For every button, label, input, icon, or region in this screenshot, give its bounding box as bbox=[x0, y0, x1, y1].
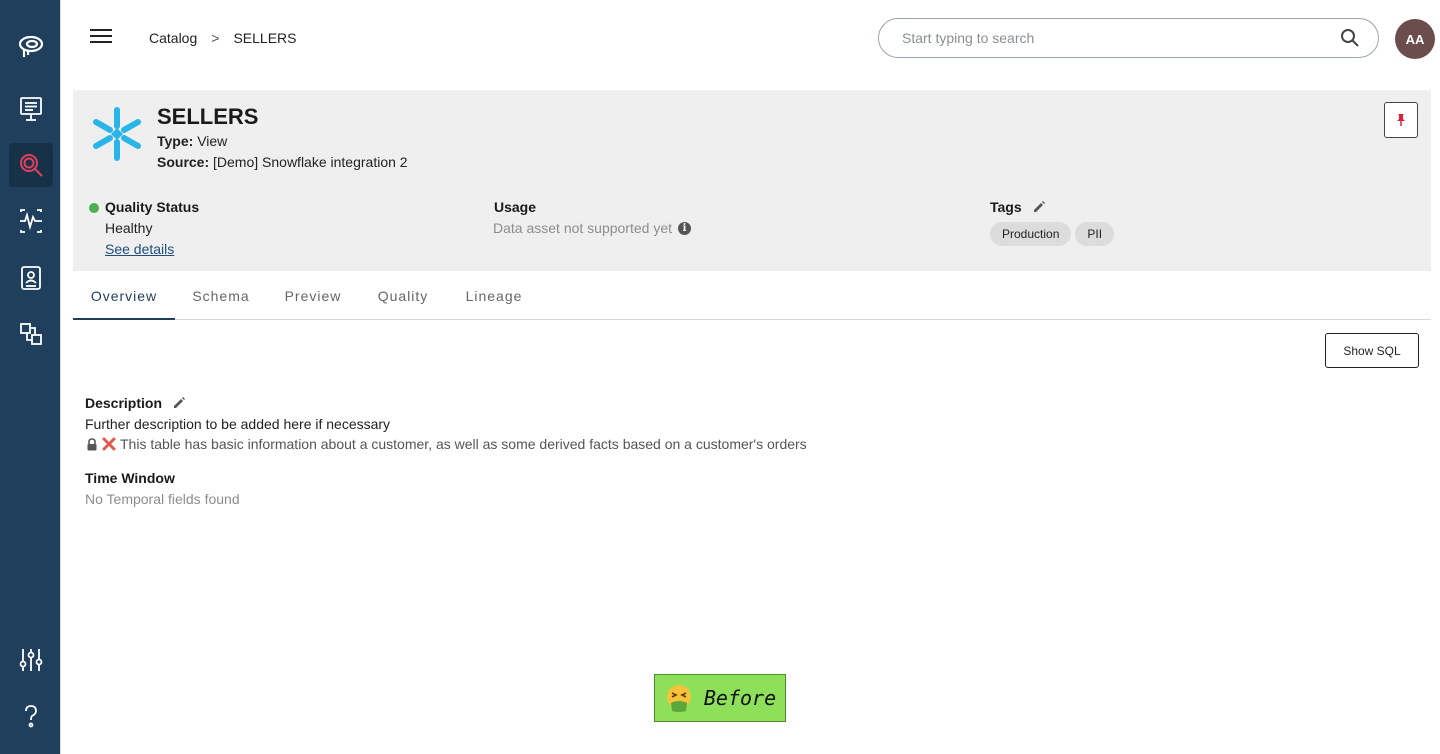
breadcrumb-current: SELLERS bbox=[233, 30, 297, 46]
source-description-row: This table has basic information about a… bbox=[86, 436, 807, 452]
tab-overview[interactable]: Overview bbox=[73, 280, 175, 320]
help-icon[interactable] bbox=[9, 694, 53, 738]
asset-type-value: View bbox=[197, 133, 228, 149]
breadcrumb-catalog[interactable]: Catalog bbox=[149, 30, 197, 46]
nauseated-face-icon bbox=[666, 685, 691, 712]
rail-divider bbox=[60, 0, 61, 754]
search-icon[interactable] bbox=[1340, 28, 1360, 48]
pin-icon bbox=[1397, 114, 1405, 126]
edit-description-pencil-icon[interactable] bbox=[172, 396, 186, 410]
quality-status-value: Healthy bbox=[105, 220, 153, 236]
catalog-search-icon[interactable] bbox=[9, 143, 53, 187]
before-badge: Before bbox=[654, 674, 786, 722]
asset-source-label: Source: bbox=[157, 154, 210, 170]
usage-label: Usage bbox=[494, 199, 537, 215]
breadcrumb-separator: > bbox=[211, 30, 220, 46]
asset-header-card: SELLERS Type: View Source: [Demo] Snowfl… bbox=[73, 90, 1431, 271]
user-avatar[interactable]: AA bbox=[1395, 19, 1435, 59]
description-header: Description bbox=[85, 395, 186, 411]
tab-quality[interactable]: Quality bbox=[366, 280, 440, 320]
time-window-title: Time Window bbox=[85, 470, 175, 486]
asset-tabs: Overview Schema Preview Quality Lineage bbox=[73, 280, 1431, 320]
asset-type-label: Type: bbox=[157, 133, 194, 149]
tags-label: Tags bbox=[990, 199, 1022, 215]
monitors-icon[interactable] bbox=[9, 199, 53, 243]
reports-icon[interactable] bbox=[9, 256, 53, 300]
before-label: Before bbox=[703, 686, 777, 710]
logo-icon[interactable] bbox=[9, 24, 53, 68]
tag-production[interactable]: Production bbox=[990, 222, 1072, 246]
pin-button[interactable] bbox=[1384, 102, 1418, 138]
lock-icon bbox=[87, 437, 97, 450]
breadcrumb: Catalog > SELLERS bbox=[149, 30, 297, 46]
top-bar: Catalog > SELLERS AA bbox=[61, 0, 1440, 76]
side-nav bbox=[0, 0, 61, 754]
quality-status-dot bbox=[89, 203, 99, 213]
hamburger-menu-icon[interactable] bbox=[90, 26, 112, 48]
tab-schema[interactable]: Schema bbox=[183, 280, 259, 320]
integrations-icon[interactable] bbox=[9, 312, 53, 356]
search-box[interactable] bbox=[878, 18, 1379, 58]
asset-type: Type: View bbox=[157, 133, 227, 149]
tag-pii[interactable]: PII bbox=[1075, 222, 1115, 246]
asset-source: Source: [Demo] Snowflake integration 2 bbox=[157, 154, 408, 170]
source-description-text: This table has basic information about a… bbox=[120, 436, 807, 452]
time-window-text: No Temporal fields found bbox=[85, 491, 240, 507]
edit-tags-pencil-icon[interactable] bbox=[1032, 200, 1046, 214]
settings-sliders-icon[interactable] bbox=[9, 638, 53, 682]
description-title: Description bbox=[85, 395, 163, 411]
show-sql-button[interactable]: Show SQL bbox=[1325, 333, 1419, 368]
tab-lineage[interactable]: Lineage bbox=[454, 280, 534, 320]
usage-value: Data asset not supported yet bbox=[493, 220, 672, 236]
tab-preview[interactable]: Preview bbox=[273, 280, 353, 320]
quality-status-label: Quality Status bbox=[105, 199, 200, 215]
description-text: Further description to be added here if … bbox=[85, 416, 391, 432]
cross-mark-icon bbox=[102, 437, 116, 451]
info-icon[interactable]: i bbox=[678, 221, 691, 235]
tags-header: Tags bbox=[990, 199, 1046, 215]
search-input[interactable] bbox=[902, 30, 1340, 46]
dashboards-icon[interactable] bbox=[9, 87, 53, 131]
see-details-link[interactable]: See details bbox=[105, 241, 174, 257]
asset-title: SELLERS bbox=[157, 104, 259, 129]
tag-list: Production PII bbox=[990, 222, 1115, 246]
asset-source-value: [Demo] Snowflake integration 2 bbox=[213, 154, 408, 170]
usage-value-row: Data asset not supported yet i bbox=[493, 220, 691, 236]
snowflake-icon bbox=[93, 107, 141, 161]
